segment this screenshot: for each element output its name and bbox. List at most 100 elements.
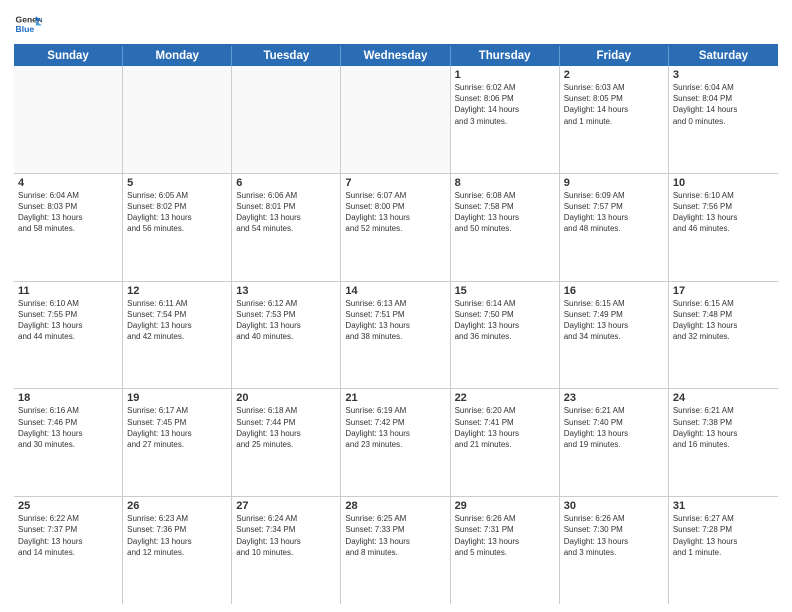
day-cell-2: 2Sunrise: 6:03 AM Sunset: 8:05 PM Daylig… <box>560 66 669 173</box>
svg-text:Blue: Blue <box>16 24 35 34</box>
day-info: Sunrise: 6:11 AM Sunset: 7:54 PM Dayligh… <box>127 298 227 343</box>
day-number: 29 <box>455 500 555 512</box>
day-cell-20: 20Sunrise: 6:18 AM Sunset: 7:44 PM Dayli… <box>232 389 341 496</box>
calendar-row-2: 11Sunrise: 6:10 AM Sunset: 7:55 PM Dayli… <box>14 282 778 390</box>
day-info: Sunrise: 6:14 AM Sunset: 7:50 PM Dayligh… <box>455 298 555 343</box>
day-number: 25 <box>18 500 118 512</box>
day-cell-8: 8Sunrise: 6:08 AM Sunset: 7:58 PM Daylig… <box>451 174 560 281</box>
logo: General Blue <box>14 10 44 38</box>
day-number: 2 <box>564 69 664 81</box>
day-cell-11: 11Sunrise: 6:10 AM Sunset: 7:55 PM Dayli… <box>14 282 123 389</box>
day-number: 20 <box>236 392 336 404</box>
day-number: 6 <box>236 177 336 189</box>
day-cell-19: 19Sunrise: 6:17 AM Sunset: 7:45 PM Dayli… <box>123 389 232 496</box>
day-cell-7: 7Sunrise: 6:07 AM Sunset: 8:00 PM Daylig… <box>341 174 450 281</box>
day-cell-24: 24Sunrise: 6:21 AM Sunset: 7:38 PM Dayli… <box>669 389 778 496</box>
day-number: 30 <box>564 500 664 512</box>
day-number: 18 <box>18 392 118 404</box>
day-info: Sunrise: 6:02 AM Sunset: 8:06 PM Dayligh… <box>455 82 555 127</box>
day-number: 26 <box>127 500 227 512</box>
day-number: 17 <box>673 285 774 297</box>
day-cell-31: 31Sunrise: 6:27 AM Sunset: 7:28 PM Dayli… <box>669 497 778 604</box>
day-info: Sunrise: 6:08 AM Sunset: 7:58 PM Dayligh… <box>455 190 555 235</box>
empty-cell <box>14 66 123 173</box>
day-number: 12 <box>127 285 227 297</box>
day-info: Sunrise: 6:04 AM Sunset: 8:03 PM Dayligh… <box>18 190 118 235</box>
day-number: 4 <box>18 177 118 189</box>
weekday-header-sunday: Sunday <box>14 46 123 66</box>
day-info: Sunrise: 6:04 AM Sunset: 8:04 PM Dayligh… <box>673 82 774 127</box>
day-cell-13: 13Sunrise: 6:12 AM Sunset: 7:53 PM Dayli… <box>232 282 341 389</box>
day-info: Sunrise: 6:22 AM Sunset: 7:37 PM Dayligh… <box>18 513 118 558</box>
calendar: SundayMondayTuesdayWednesdayThursdayFrid… <box>14 44 778 604</box>
calendar-row-1: 4Sunrise: 6:04 AM Sunset: 8:03 PM Daylig… <box>14 174 778 282</box>
day-cell-23: 23Sunrise: 6:21 AM Sunset: 7:40 PM Dayli… <box>560 389 669 496</box>
day-number: 7 <box>345 177 445 189</box>
empty-cell <box>232 66 341 173</box>
day-cell-3: 3Sunrise: 6:04 AM Sunset: 8:04 PM Daylig… <box>669 66 778 173</box>
day-number: 28 <box>345 500 445 512</box>
day-info: Sunrise: 6:23 AM Sunset: 7:36 PM Dayligh… <box>127 513 227 558</box>
day-info: Sunrise: 6:19 AM Sunset: 7:42 PM Dayligh… <box>345 405 445 450</box>
day-cell-6: 6Sunrise: 6:06 AM Sunset: 8:01 PM Daylig… <box>232 174 341 281</box>
day-info: Sunrise: 6:21 AM Sunset: 7:40 PM Dayligh… <box>564 405 664 450</box>
day-number: 15 <box>455 285 555 297</box>
day-number: 1 <box>455 69 555 81</box>
day-number: 3 <box>673 69 774 81</box>
day-info: Sunrise: 6:13 AM Sunset: 7:51 PM Dayligh… <box>345 298 445 343</box>
day-info: Sunrise: 6:18 AM Sunset: 7:44 PM Dayligh… <box>236 405 336 450</box>
calendar-header: SundayMondayTuesdayWednesdayThursdayFrid… <box>14 44 778 66</box>
day-info: Sunrise: 6:09 AM Sunset: 7:57 PM Dayligh… <box>564 190 664 235</box>
day-info: Sunrise: 6:26 AM Sunset: 7:31 PM Dayligh… <box>455 513 555 558</box>
calendar-row-4: 25Sunrise: 6:22 AM Sunset: 7:37 PM Dayli… <box>14 497 778 604</box>
day-cell-26: 26Sunrise: 6:23 AM Sunset: 7:36 PM Dayli… <box>123 497 232 604</box>
day-cell-21: 21Sunrise: 6:19 AM Sunset: 7:42 PM Dayli… <box>341 389 450 496</box>
day-cell-15: 15Sunrise: 6:14 AM Sunset: 7:50 PM Dayli… <box>451 282 560 389</box>
day-cell-17: 17Sunrise: 6:15 AM Sunset: 7:48 PM Dayli… <box>669 282 778 389</box>
day-cell-16: 16Sunrise: 6:15 AM Sunset: 7:49 PM Dayli… <box>560 282 669 389</box>
day-cell-28: 28Sunrise: 6:25 AM Sunset: 7:33 PM Dayli… <box>341 497 450 604</box>
weekday-header-monday: Monday <box>123 46 232 66</box>
empty-cell <box>341 66 450 173</box>
day-cell-27: 27Sunrise: 6:24 AM Sunset: 7:34 PM Dayli… <box>232 497 341 604</box>
day-info: Sunrise: 6:06 AM Sunset: 8:01 PM Dayligh… <box>236 190 336 235</box>
calendar-row-0: 1Sunrise: 6:02 AM Sunset: 8:06 PM Daylig… <box>14 66 778 174</box>
day-info: Sunrise: 6:12 AM Sunset: 7:53 PM Dayligh… <box>236 298 336 343</box>
weekday-header-friday: Friday <box>560 46 669 66</box>
day-info: Sunrise: 6:17 AM Sunset: 7:45 PM Dayligh… <box>127 405 227 450</box>
day-info: Sunrise: 6:05 AM Sunset: 8:02 PM Dayligh… <box>127 190 227 235</box>
day-cell-10: 10Sunrise: 6:10 AM Sunset: 7:56 PM Dayli… <box>669 174 778 281</box>
day-info: Sunrise: 6:27 AM Sunset: 7:28 PM Dayligh… <box>673 513 774 558</box>
day-info: Sunrise: 6:20 AM Sunset: 7:41 PM Dayligh… <box>455 405 555 450</box>
weekday-header-wednesday: Wednesday <box>341 46 450 66</box>
day-info: Sunrise: 6:10 AM Sunset: 7:56 PM Dayligh… <box>673 190 774 235</box>
day-cell-12: 12Sunrise: 6:11 AM Sunset: 7:54 PM Dayli… <box>123 282 232 389</box>
day-cell-14: 14Sunrise: 6:13 AM Sunset: 7:51 PM Dayli… <box>341 282 450 389</box>
day-number: 22 <box>455 392 555 404</box>
weekday-header-saturday: Saturday <box>669 46 778 66</box>
day-info: Sunrise: 6:15 AM Sunset: 7:48 PM Dayligh… <box>673 298 774 343</box>
day-cell-4: 4Sunrise: 6:04 AM Sunset: 8:03 PM Daylig… <box>14 174 123 281</box>
day-number: 27 <box>236 500 336 512</box>
day-info: Sunrise: 6:21 AM Sunset: 7:38 PM Dayligh… <box>673 405 774 450</box>
day-cell-18: 18Sunrise: 6:16 AM Sunset: 7:46 PM Dayli… <box>14 389 123 496</box>
day-info: Sunrise: 6:10 AM Sunset: 7:55 PM Dayligh… <box>18 298 118 343</box>
day-number: 10 <box>673 177 774 189</box>
empty-cell <box>123 66 232 173</box>
day-number: 11 <box>18 285 118 297</box>
day-number: 13 <box>236 285 336 297</box>
day-info: Sunrise: 6:26 AM Sunset: 7:30 PM Dayligh… <box>564 513 664 558</box>
day-number: 21 <box>345 392 445 404</box>
day-number: 5 <box>127 177 227 189</box>
day-info: Sunrise: 6:25 AM Sunset: 7:33 PM Dayligh… <box>345 513 445 558</box>
day-info: Sunrise: 6:16 AM Sunset: 7:46 PM Dayligh… <box>18 405 118 450</box>
day-number: 19 <box>127 392 227 404</box>
day-cell-5: 5Sunrise: 6:05 AM Sunset: 8:02 PM Daylig… <box>123 174 232 281</box>
day-number: 23 <box>564 392 664 404</box>
day-info: Sunrise: 6:03 AM Sunset: 8:05 PM Dayligh… <box>564 82 664 127</box>
day-cell-25: 25Sunrise: 6:22 AM Sunset: 7:37 PM Dayli… <box>14 497 123 604</box>
day-number: 31 <box>673 500 774 512</box>
day-cell-30: 30Sunrise: 6:26 AM Sunset: 7:30 PM Dayli… <box>560 497 669 604</box>
day-info: Sunrise: 6:07 AM Sunset: 8:00 PM Dayligh… <box>345 190 445 235</box>
calendar-row-3: 18Sunrise: 6:16 AM Sunset: 7:46 PM Dayli… <box>14 389 778 497</box>
